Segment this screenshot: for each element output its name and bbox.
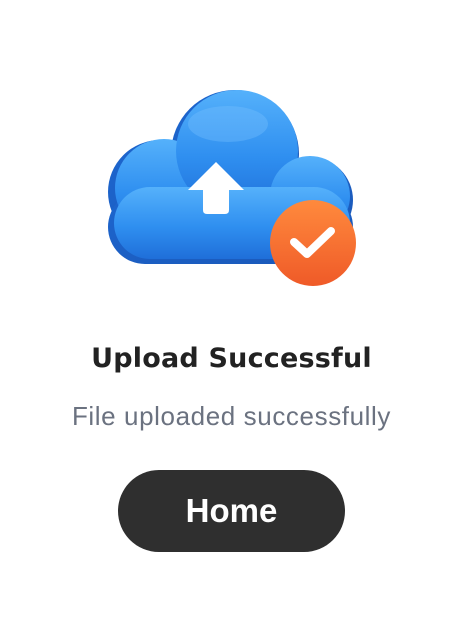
check-badge-icon: [270, 200, 356, 286]
upload-success-illustration: [98, 82, 368, 297]
home-button[interactable]: Home: [118, 470, 345, 552]
dialog-subtitle: File uploaded successfully: [71, 401, 392, 431]
dialog-title: Upload Successful: [91, 343, 372, 374]
